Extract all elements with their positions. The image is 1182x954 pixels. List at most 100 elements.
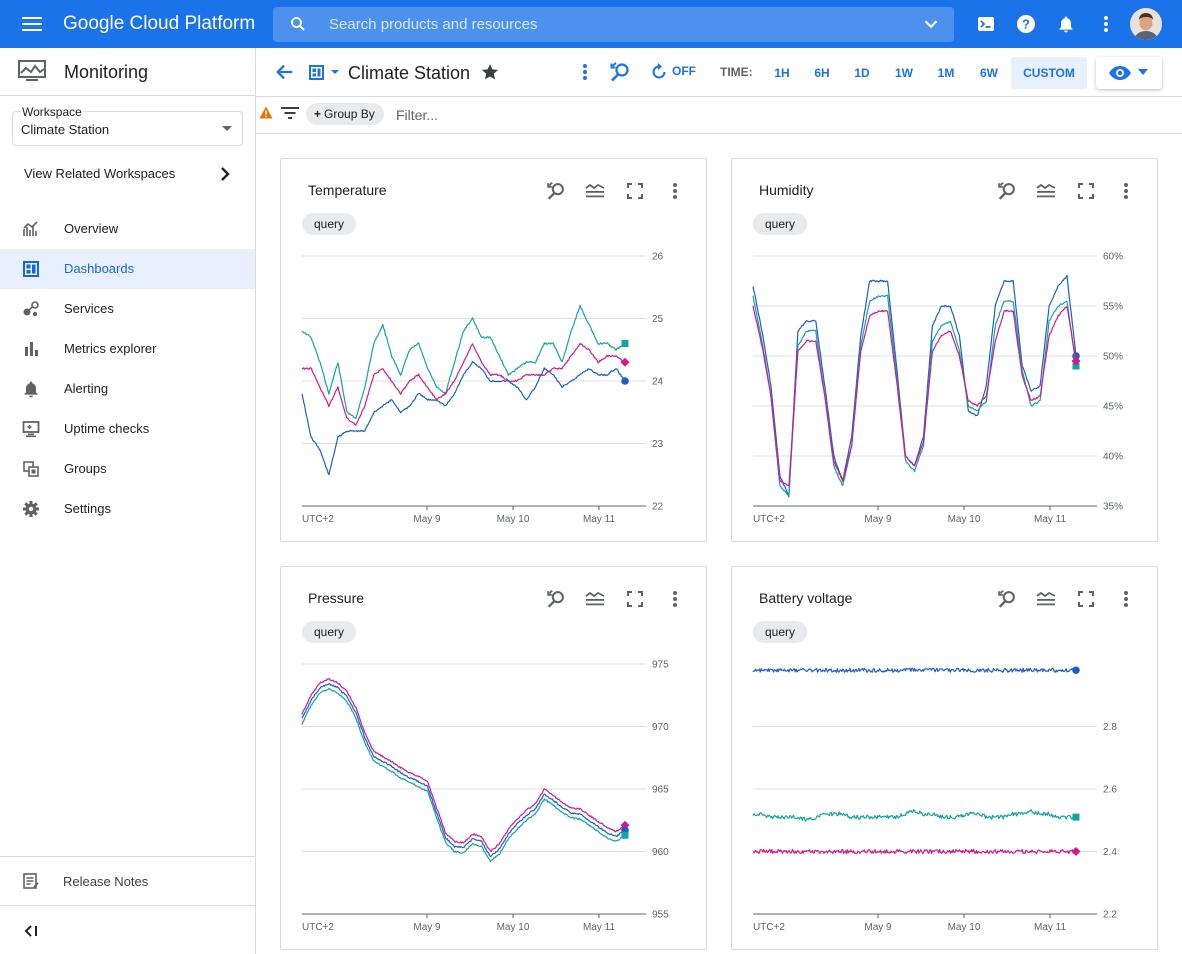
sidebar-item-dashboards[interactable]: Dashboards — [0, 249, 255, 289]
x-tick-label: May 9 — [413, 922, 441, 933]
legend-toggle-button[interactable] — [581, 177, 609, 205]
product-title: Monitoring — [64, 62, 149, 82]
legend-toggle-button[interactable] — [581, 585, 609, 613]
chart-title: Pressure — [308, 590, 365, 606]
groups-icon — [23, 461, 39, 477]
humidity-chart[interactable]: 60% 55% 50% 45% 40% 35% May 9 May 10 May 11 UTC+2 — [732, 239, 1157, 529]
sidebar-item-settings[interactable]: Settings — [0, 489, 255, 529]
view-mode-button[interactable] — [1096, 57, 1162, 89]
temperature-chart[interactable]: 26 25 24 23 22 May 9 May 10 May 11 UTC+2 — [281, 239, 706, 529]
view-related-workspaces-link[interactable]: View Related Workspaces — [0, 156, 255, 192]
chart-more-button[interactable] — [1112, 585, 1140, 613]
bell-icon — [1059, 16, 1073, 33]
chart-more-button[interactable] — [661, 585, 689, 613]
warning-icon[interactable] — [259, 106, 273, 119]
query-chip[interactable]: query — [753, 621, 808, 643]
series-line — [301, 360, 626, 476]
dropdown-arrow-icon — [222, 126, 232, 131]
cloud-shell-button[interactable] — [971, 9, 1001, 39]
fullscreen-icon — [627, 591, 643, 607]
chart-title: Battery voltage — [759, 590, 853, 606]
series-line — [752, 274, 1077, 498]
time-1w-button[interactable]: 1W — [887, 57, 921, 89]
query-chip[interactable]: query — [753, 213, 808, 235]
zoom-icon — [547, 181, 564, 200]
hamburger-menu-icon — [22, 17, 42, 31]
zoom-button[interactable] — [542, 585, 570, 613]
collapse-sidebar-button[interactable] — [0, 905, 255, 954]
refresh-icon[interactable] — [650, 62, 668, 82]
chart-more-button[interactable] — [661, 177, 689, 205]
zoom-button[interactable] — [993, 585, 1021, 613]
search-input[interactable] — [329, 7, 889, 42]
sidebar-item-metrics-explorer[interactable]: Metrics explorer — [0, 329, 255, 369]
y-tick-label: 25 — [652, 314, 664, 325]
x-tick-label: May 11 — [583, 922, 615, 933]
sidebar-item-alerting[interactable]: Alerting — [0, 369, 255, 409]
time-custom-button[interactable]: CUSTOM — [1011, 57, 1087, 89]
time-1d-button[interactable]: 1D — [846, 57, 878, 89]
dashboards-icon — [23, 261, 39, 277]
user-avatar-icon — [1130, 8, 1162, 40]
notifications-button[interactable] — [1051, 9, 1081, 39]
metrics-explorer-icon — [25, 342, 38, 356]
monitoring-icon — [18, 60, 46, 81]
sidebar-item-services[interactable]: Services — [0, 289, 255, 329]
sidebar-item-label: Alerting — [64, 381, 109, 396]
legend-icon — [585, 591, 605, 606]
time-1h-button[interactable]: 1H — [766, 57, 798, 89]
series-line — [301, 678, 625, 853]
account-avatar[interactable] — [1130, 8, 1162, 40]
sidebar-item-overview[interactable]: Overview — [0, 209, 255, 249]
dashboard-picker-button[interactable] — [308, 62, 344, 84]
zoom-button[interactable] — [993, 177, 1021, 205]
help-button[interactable]: ? — [1011, 9, 1041, 39]
star-icon[interactable] — [480, 62, 500, 82]
more-options-button[interactable] — [1091, 9, 1121, 39]
sidebar-item-groups[interactable]: Groups — [0, 449, 255, 489]
x-tick-label: May 10 — [497, 922, 530, 933]
release-notes-link[interactable]: Release Notes — [0, 856, 255, 905]
chevron-down-icon[interactable] — [920, 13, 942, 35]
filter-list-icon[interactable] — [281, 106, 299, 120]
dropdown-arrow-icon — [1138, 69, 1148, 75]
legend-toggle-button[interactable] — [1032, 585, 1060, 613]
fullscreen-button[interactable] — [621, 177, 649, 205]
workspace-selector[interactable]: Workspace Climate Station — [12, 105, 243, 146]
auto-refresh-toggle[interactable]: OFF — [672, 64, 696, 78]
filter-bar: + Group By — [256, 97, 1182, 134]
series-end-marker — [1072, 666, 1080, 675]
search-bar[interactable] — [273, 7, 954, 42]
gridlines — [753, 255, 1097, 507]
query-chip[interactable]: query — [302, 621, 357, 643]
chart-card-pressure: Pressure query 975 970 965 960 955 May 9 May 1… — [280, 566, 707, 950]
filter-input[interactable] — [396, 104, 696, 126]
time-6h-button[interactable]: 6H — [806, 57, 838, 89]
legend-toggle-button[interactable] — [1032, 177, 1060, 205]
main-menu-button[interactable] — [12, 4, 52, 44]
x-tick-label: May 9 — [864, 922, 892, 933]
reset-zoom-icon[interactable] — [608, 60, 632, 84]
y-tick-label: 35% — [1103, 502, 1123, 513]
sidebar-item-uptime-checks[interactable]: Uptime checks — [0, 409, 255, 449]
more-vert-icon[interactable] — [582, 62, 588, 82]
product-logo-title[interactable]: Google Cloud Platform — [63, 13, 255, 35]
fullscreen-icon — [627, 183, 643, 199]
y-tick-label: 965 — [652, 785, 669, 796]
chart-more-button[interactable] — [1112, 177, 1140, 205]
back-arrow-icon[interactable] — [274, 61, 296, 83]
help-icon: ? — [1017, 15, 1035, 33]
legend-icon — [1036, 591, 1056, 606]
query-chip[interactable]: query — [302, 213, 357, 235]
pressure-chart[interactable]: 975 970 965 960 955 May 9 May 10 May 11 UTC+2 — [281, 647, 706, 937]
time-6w-button[interactable]: 6W — [971, 57, 1007, 89]
zoom-button[interactable] — [542, 177, 570, 205]
series-line — [301, 342, 625, 426]
time-1m-button[interactable]: 1M — [929, 57, 963, 89]
group-by-chip[interactable]: + Group By — [306, 103, 384, 125]
fullscreen-button[interactable] — [621, 585, 649, 613]
fullscreen-button[interactable] — [1072, 585, 1100, 613]
battery-voltage-chart[interactable]: 2.8 2.6 2.4 2.2 May 9 May 10 May 11 UTC+2 — [732, 647, 1157, 937]
fullscreen-button[interactable] — [1072, 177, 1100, 205]
zoom-icon — [998, 589, 1015, 608]
